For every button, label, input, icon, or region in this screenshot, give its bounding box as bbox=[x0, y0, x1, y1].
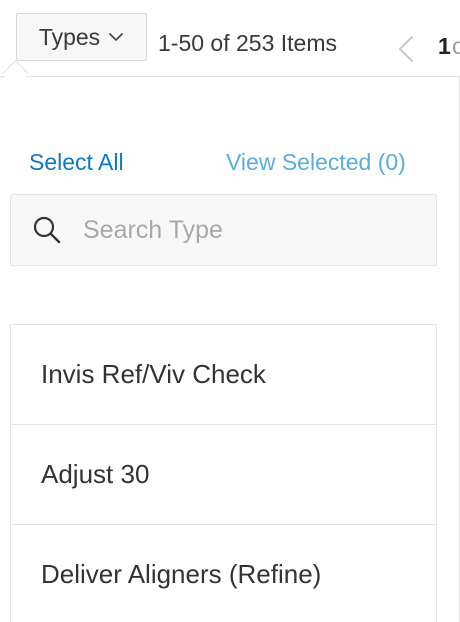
type-options-list: Invis Ref/Viv Check Adjust 30 Deliver Al… bbox=[10, 324, 437, 622]
list-item-label: Adjust 30 bbox=[41, 459, 150, 489]
search-type-input[interactable] bbox=[83, 210, 403, 250]
search-box[interactable] bbox=[10, 194, 437, 266]
view-selected-link[interactable]: View Selected (0) bbox=[226, 149, 406, 176]
list-item[interactable]: Adjust 30 bbox=[11, 425, 436, 525]
list-item[interactable]: Invis Ref/Viv Check bbox=[11, 325, 436, 425]
list-item[interactable]: Deliver Aligners (Refine) bbox=[11, 525, 436, 622]
types-button-label: Types bbox=[38, 23, 101, 50]
search-icon bbox=[33, 216, 61, 244]
list-item-label: Invis Ref/Viv Check bbox=[41, 359, 266, 389]
types-filter-screen: Types 1-50 of 253 Items 1 of Select All … bbox=[0, 0, 460, 622]
chevron-left-icon[interactable] bbox=[394, 34, 418, 64]
current-page-number: 1 bbox=[438, 33, 451, 59]
types-dropdown-button[interactable]: Types bbox=[16, 13, 147, 61]
select-all-link[interactable]: Select All bbox=[29, 149, 124, 176]
chevron-down-icon bbox=[109, 33, 123, 41]
pagination-range: 1-50 of 253 Items bbox=[158, 30, 337, 56]
list-item-label: Deliver Aligners (Refine) bbox=[41, 559, 322, 589]
page-of-label: of bbox=[452, 33, 460, 59]
